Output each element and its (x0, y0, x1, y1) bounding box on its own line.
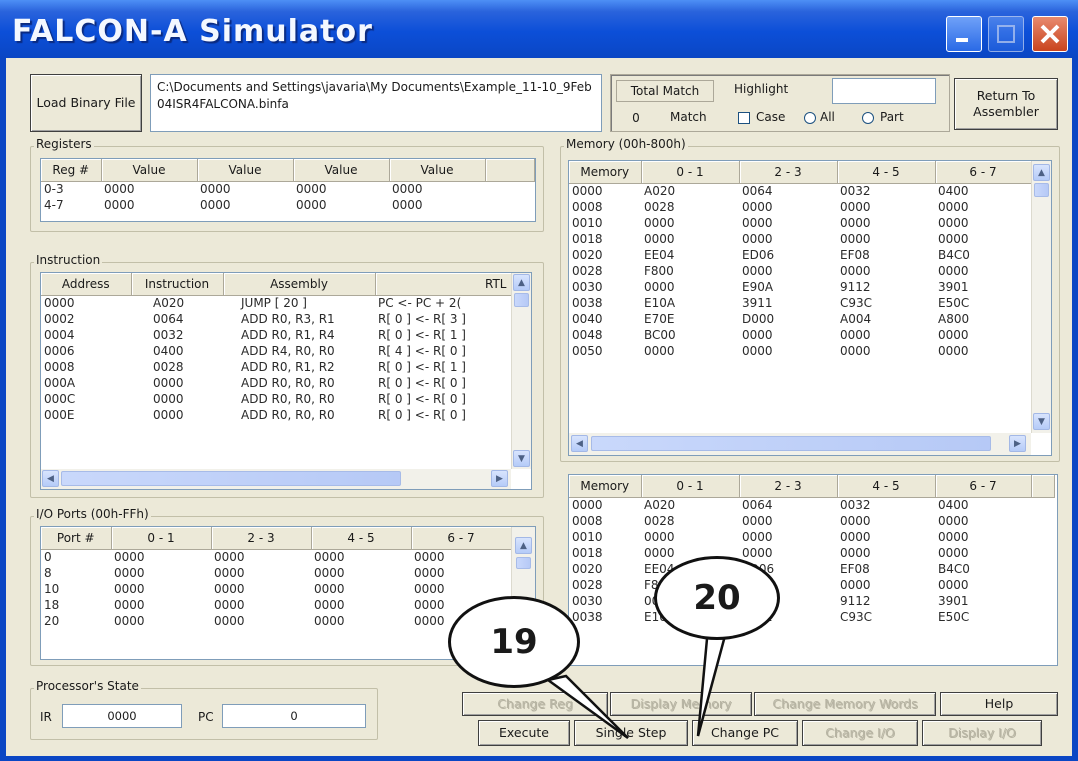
callout-20: 20 (654, 556, 780, 640)
callout-19: 19 (448, 596, 580, 688)
callout-20-pointer (696, 626, 728, 737)
callout-19-pointer (545, 674, 629, 740)
